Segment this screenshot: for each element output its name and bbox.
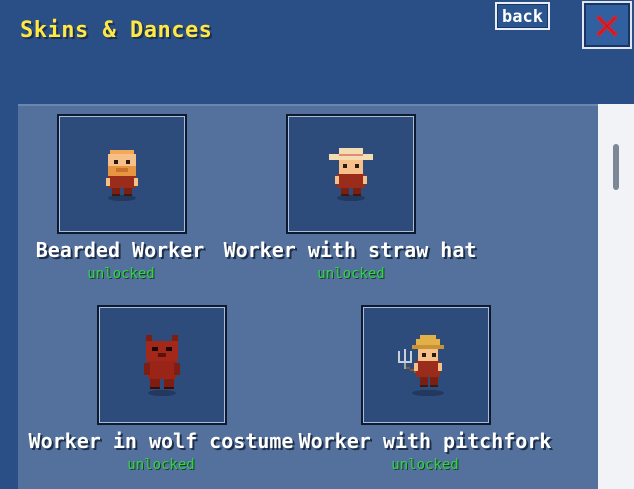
skin-card-pitchfork-worker[interactable] [361,305,491,425]
pitchfork-worker-sprite [398,335,444,397]
back-button[interactable]: back [495,2,550,30]
skin-status-unlocked: unlocked [317,266,385,282]
skin-status-unlocked: unlocked [391,457,459,473]
skin-card-wolf-costume-worker[interactable] [97,305,227,425]
skin-name: Bearded Worker [35,238,205,262]
skin-status-unlocked: unlocked [87,266,155,282]
skin-status-unlocked: unlocked [127,457,195,473]
screen-title: Skins & Dances [20,18,213,43]
skin-card-bearded-worker[interactable] [57,114,187,234]
bearded-worker-sprite [106,150,138,202]
skin-name: Worker with pitchfork [298,429,552,453]
wolf-costume-worker-sprite [144,335,180,397]
skin-card-straw-hat-worker[interactable] [286,114,416,234]
close-button[interactable] [582,1,632,49]
skin-name: Worker with straw hat [223,238,477,262]
straw-hat-worker-sprite [329,148,373,202]
skin-name: Worker in wolf costume [28,429,294,453]
close-x-icon [596,15,618,37]
scrollbar-thumb[interactable] [613,144,619,190]
